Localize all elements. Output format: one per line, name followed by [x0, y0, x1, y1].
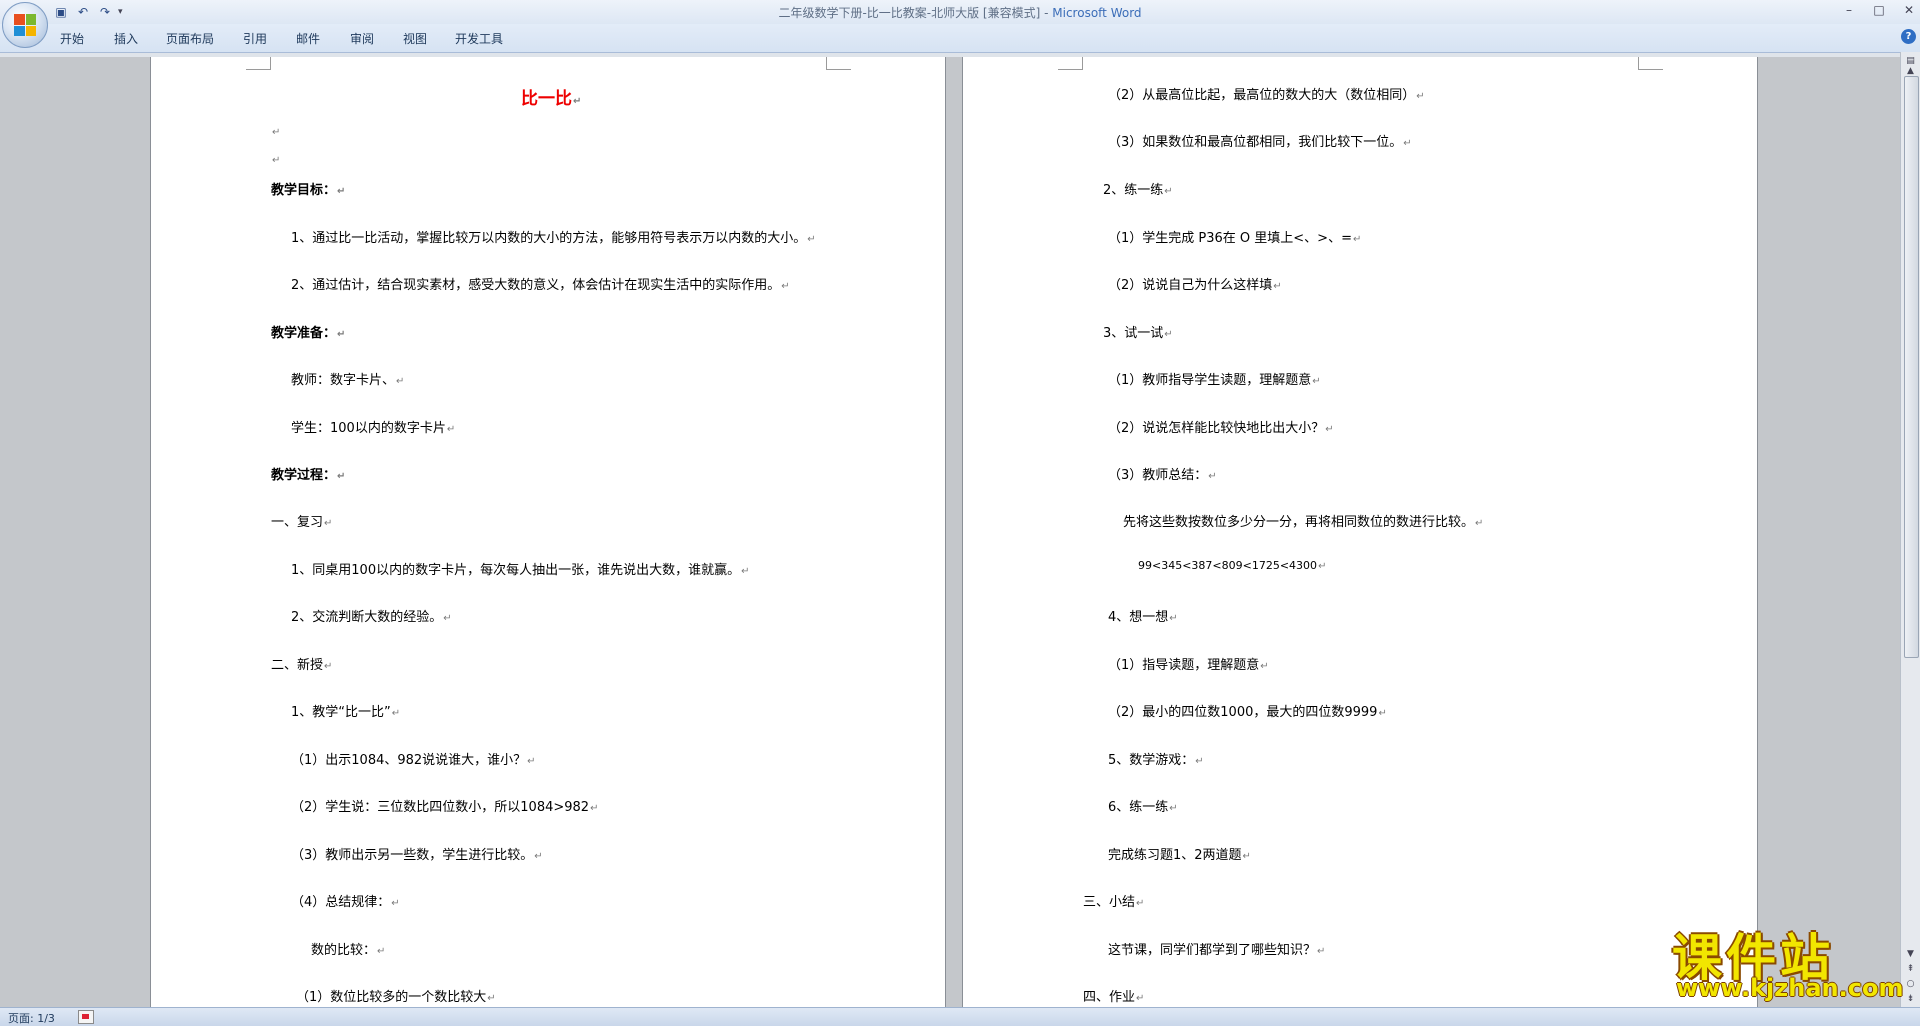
vertical-scrollbar[interactable]: ▤ ▲ ▼ ⇞ ○ ⇟	[1900, 52, 1920, 1007]
previous-page-icon[interactable]: ⇞	[1903, 962, 1918, 976]
status-bar: 页面: 1/3	[0, 1007, 1920, 1026]
paragraph: 1、通过比一比活动，掌握比较万以内数的大小的方法，能够用符号表示万以内数的大小。…	[291, 231, 816, 246]
section-heading: 教学准备：↵	[271, 326, 346, 341]
paragraph: （3）如果数位和最高位都相同，我们比较下一位。↵	[1108, 135, 1412, 150]
minimize-icon[interactable]: –	[1842, 2, 1856, 18]
paragraph: 三、小结↵	[1083, 895, 1145, 910]
page-count[interactable]: 页面: 1/3	[8, 1010, 55, 1026]
section-heading: 教学目标：↵	[271, 183, 346, 198]
kjzhan-watermark-logo: 课件站 www.kjzhan.com	[1672, 918, 1904, 1004]
paragraph: 3、试一试↵	[1103, 326, 1173, 341]
paragraph: （2）最小的四位数1000，最大的四位数9999↵	[1108, 705, 1387, 720]
paragraph: （2）说说自己为什么这样填↵	[1108, 278, 1282, 293]
ribbon-tabs: 开始 插入 页面布局 引用 邮件 审阅 视图 开发工具 ?	[0, 24, 1920, 53]
paragraph: 教师：数字卡片、↵	[291, 373, 405, 388]
paragraph: 2、练一练↵	[1103, 183, 1173, 198]
paragraph: （3）教师出示另一些数，学生进行比较。↵	[291, 848, 543, 863]
proofing-icon[interactable]	[78, 1010, 94, 1024]
paragraph: （1）指导读题，理解题意↵	[1108, 658, 1269, 673]
section-heading: 教学过程：↵	[271, 468, 346, 483]
paragraph: （2）说说怎样能比较快地比出大小？↵	[1108, 421, 1334, 436]
paragraph: 4、想一想↵	[1108, 610, 1178, 625]
paragraph: （1）数位比较多的一个数比较大↵	[296, 990, 496, 1005]
empty-paragraph: ↵	[272, 155, 281, 166]
tab-references[interactable]: 引用	[243, 30, 267, 47]
maximize-icon[interactable]: □	[1872, 2, 1886, 18]
tab-developer[interactable]: 开发工具	[455, 30, 503, 47]
paragraph: 完成练习题1、2两道题↵	[1108, 848, 1251, 863]
margin-corner-mark	[246, 57, 271, 70]
paragraph: （4）总结规律：↵	[291, 895, 400, 910]
margin-corner-mark	[1058, 57, 1083, 70]
tab-review[interactable]: 审阅	[350, 30, 374, 47]
paragraph: 5、数学游戏：↵	[1108, 753, 1204, 768]
scroll-down-icon[interactable]: ▼	[1903, 947, 1918, 961]
window-title: 二年级数学下册-比一比教案-北师大版 [兼容模式] - Microsoft Wo…	[0, 4, 1920, 21]
doc-title: 比一比↵	[521, 89, 582, 109]
paragraph: 2、交流判断大数的经验。↵	[291, 610, 452, 625]
document-title: 二年级数学下册-比一比教案-北师大版 [兼容模式] -	[778, 6, 1053, 20]
paragraph: 数的比较：↵	[311, 943, 386, 958]
inequality-chain: 99<345<387<809<1725<4300↵	[1138, 559, 1327, 572]
paragraph: 学生：100以内的数字卡片↵	[291, 421, 456, 436]
watermark-url: www.kjzhan.com	[1676, 974, 1904, 1002]
document-page-1[interactable]: 比一比↵ ↵ ↵ 教学目标：↵ 1、通过比一比活动，掌握比较万以内数的大小的方法…	[150, 57, 946, 1008]
title-bar: ▣ ↶ ↷ ▾ 二年级数学下册-比一比教案-北师大版 [兼容模式] - Micr…	[0, 0, 1920, 24]
empty-paragraph: ↵	[272, 127, 281, 138]
margin-corner-mark	[826, 57, 851, 70]
paragraph: 2、通过估计，结合现实素材，感受大数的意义，体会估计在现实生活中的实际作用。↵	[291, 278, 790, 293]
tab-page-layout[interactable]: 页面布局	[166, 30, 214, 47]
app-name: Microsoft Word	[1052, 6, 1142, 20]
help-icon[interactable]: ?	[1901, 29, 1916, 44]
tab-view[interactable]: 视图	[403, 30, 427, 47]
paragraph: （2）从最高位比起，最高位的数大的大（数位相同）↵	[1108, 88, 1425, 103]
close-icon[interactable]: ✕	[1902, 2, 1916, 18]
select-browse-object-icon[interactable]: ○	[1903, 977, 1918, 991]
paragraph: 1、教学“比一比”↵	[291, 705, 401, 720]
paragraph: 1、同桌用100以内的数字卡片，每次每人抽出一张，谁先说出大数，谁就赢。↵	[291, 563, 750, 578]
scroll-thumb[interactable]	[1904, 76, 1919, 658]
paragraph: （2）学生说：三位数比四位数小，所以1084>982↵	[291, 800, 599, 815]
paragraph: （1）出示1084、982说说谁大，谁小？↵	[291, 753, 536, 768]
office-logo-icon	[14, 14, 36, 36]
paragraph: 先将这些数按数位多少分一分，再将相同数位的数进行比较。↵	[1123, 515, 1484, 530]
next-page-icon[interactable]: ⇟	[1903, 992, 1918, 1006]
paragraph: 四、作业↵	[1083, 990, 1145, 1005]
document-page-2[interactable]: （2）从最高位比起，最高位的数大的大（数位相同）↵ （3）如果数位和最高位都相同…	[962, 57, 1758, 1008]
paragraph: 一、复习↵	[271, 515, 333, 530]
paragraph: （3）教师总结：↵	[1108, 468, 1217, 483]
office-button[interactable]	[2, 2, 48, 48]
paragraph: （1）学生完成 P36在 O 里填上<、>、=↵	[1108, 231, 1362, 246]
paragraph: （1）教师指导学生读题，理解题意↵	[1108, 373, 1321, 388]
tab-insert[interactable]: 插入	[114, 30, 138, 47]
paragraph: 这节课，同学们都学到了哪些知识？↵	[1108, 943, 1326, 958]
tab-home[interactable]: 开始	[60, 30, 84, 47]
paragraph: 二、新授↵	[271, 658, 333, 673]
margin-corner-mark	[1638, 57, 1663, 70]
tab-mailings[interactable]: 邮件	[296, 30, 320, 47]
window-controls: – □ ✕	[1842, 2, 1916, 18]
paragraph: 6、练一练↵	[1108, 800, 1178, 815]
